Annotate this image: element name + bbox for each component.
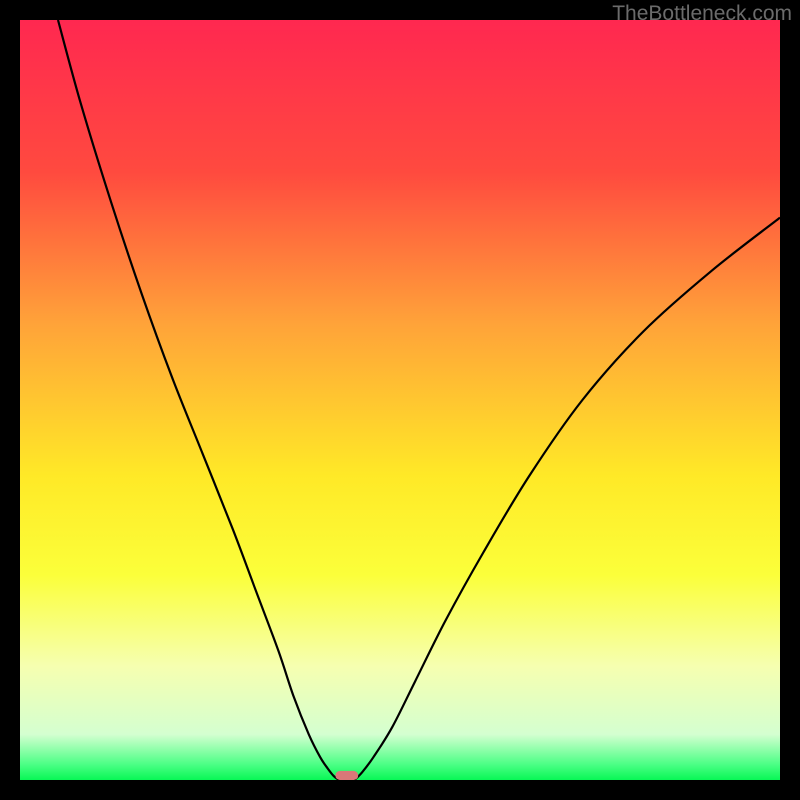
chart-plot xyxy=(20,20,780,780)
chart-container xyxy=(20,20,780,780)
marker-group xyxy=(335,771,358,780)
watermark-text: TheBottleneck.com xyxy=(612,2,792,26)
bottom-marker xyxy=(335,771,358,780)
gradient-background xyxy=(20,20,780,780)
